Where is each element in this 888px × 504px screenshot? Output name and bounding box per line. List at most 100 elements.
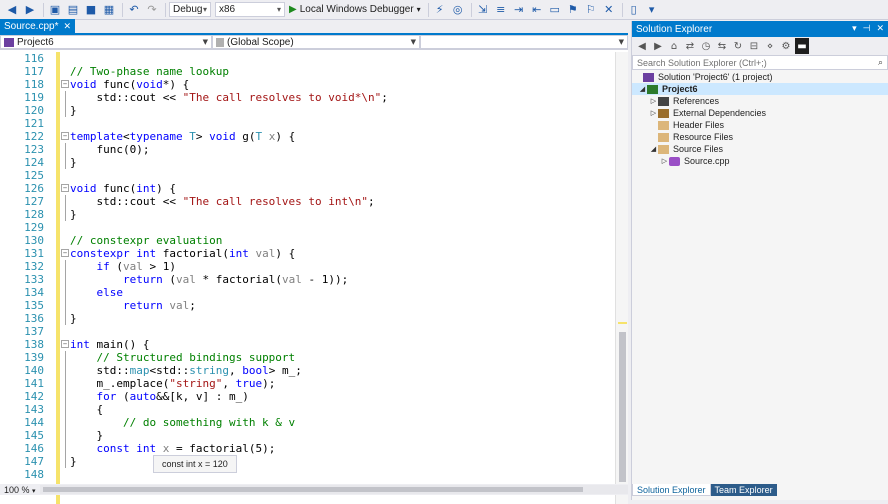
code-line[interactable]: 139 // Structured bindings support — [0, 351, 615, 364]
code-line[interactable]: 122 − template<typename T> void g(T x) { — [0, 130, 615, 143]
configuration-select[interactable]: Debug ▾ — [169, 2, 211, 17]
step-icon[interactable]: ⇲ — [475, 2, 491, 18]
tree-item-header-files[interactable]: Header Files — [632, 119, 888, 131]
code-line[interactable]: 147} — [0, 455, 615, 468]
code-line[interactable]: 146 const int x = factorial(5); — [0, 442, 615, 455]
customize-icon[interactable]: ▾ — [644, 2, 660, 18]
code-line[interactable]: 121 — [0, 117, 615, 130]
back-icon[interactable]: ◀ — [4, 2, 20, 18]
collapse-icon[interactable]: − — [61, 132, 69, 140]
save-icon[interactable]: ■ — [83, 2, 99, 18]
code-line[interactable]: 124} — [0, 156, 615, 169]
code-line[interactable]: 128} — [0, 208, 615, 221]
code-line[interactable]: 126 − void func(int) { — [0, 182, 615, 195]
code-line[interactable]: 117 // Two-phase name lookup — [0, 65, 615, 78]
scrollbar-thumb[interactable] — [619, 332, 626, 482]
indent-icon[interactable]: ⇥ — [511, 2, 527, 18]
back-icon[interactable]: ◀ — [635, 38, 649, 54]
code-line[interactable]: 120} — [0, 104, 615, 117]
collapsed-icon[interactable]: ▷ — [649, 107, 658, 119]
tree-item-external-dependencies[interactable]: ▷ External Dependencies — [632, 107, 888, 119]
sync-icon[interactable]: ⇄ — [683, 38, 697, 54]
refresh-icon[interactable]: ↻ — [731, 38, 745, 54]
next-bookmark-icon[interactable]: ⚐ — [583, 2, 599, 18]
tree-item-references[interactable]: ▷ References — [632, 95, 888, 107]
code-line[interactable]: 143 { — [0, 403, 615, 416]
tab-solution-explorer[interactable]: Solution Explorer — [632, 484, 711, 496]
tree-item-resource-files[interactable]: Resource Files — [632, 131, 888, 143]
scrollbar-thumb[interactable] — [43, 487, 583, 492]
code-line[interactable]: 130 // constexpr evaluation — [0, 234, 615, 247]
code-line[interactable]: 144 // do something with k & v — [0, 416, 615, 429]
expanded-icon[interactable]: ◢ — [649, 143, 658, 155]
horizontal-scrollbar[interactable] — [40, 485, 628, 494]
dropdown-icon[interactable]: ▾ — [852, 24, 857, 34]
comment-icon[interactable]: ▭ — [547, 2, 563, 18]
properties-icon[interactable]: ⚙ — [779, 38, 793, 54]
clear-bookmarks-icon[interactable]: ✕ — [601, 2, 617, 18]
code-line[interactable]: 119 std::cout << "The call resolves to v… — [0, 91, 615, 104]
code-line[interactable]: 127 std::cout << "The call resolves to i… — [0, 195, 615, 208]
undo-icon[interactable]: ↶ — [126, 2, 142, 18]
code-line[interactable]: 145 } — [0, 429, 615, 442]
forward-icon[interactable]: ▶ — [651, 38, 665, 54]
tab-team-explorer[interactable]: Team Explorer — [710, 484, 777, 496]
collapsed-icon[interactable]: ▷ — [649, 95, 658, 107]
code-view[interactable]: 116 117// Two-phase name lookup 118− void f… — [0, 52, 628, 504]
collapse-icon[interactable]: − — [61, 184, 69, 192]
code-line[interactable]: 136} — [0, 312, 615, 325]
preview-icon[interactable]: ▬ — [795, 38, 809, 54]
redo-icon[interactable]: ↷ — [144, 2, 160, 18]
vertical-scrollbar[interactable]: ✚ — [615, 52, 628, 504]
code-line[interactable]: 138 − int main() { — [0, 338, 615, 351]
code-line[interactable]: 135 return val; — [0, 299, 615, 312]
tree-item-solution[interactable]: Solution 'Project6' (1 project) — [632, 71, 888, 83]
expanded-icon[interactable]: ◢ — [638, 83, 647, 95]
code-line[interactable]: 137 — [0, 325, 615, 338]
project-scope-select[interactable]: Project6 ▼ — [0, 35, 212, 49]
code-line[interactable]: 125 — [0, 169, 615, 182]
new-project-icon[interactable]: ▣ — [47, 2, 63, 18]
platform-select[interactable]: x86 ▾ — [215, 2, 285, 17]
collapse-icon[interactable]: − — [61, 249, 69, 257]
code-line[interactable]: 134 else — [0, 286, 615, 299]
global-scope-select[interactable]: (Global Scope) ▼ — [212, 35, 420, 49]
close-icon[interactable]: ✕ — [876, 24, 884, 34]
code-line[interactable]: 123 func(0); — [0, 143, 615, 156]
forward-icon[interactable]: ▶ — [22, 2, 38, 18]
code-line[interactable]: 133 return (val * factorial(val - 1)); — [0, 273, 615, 286]
code-line[interactable]: 142 for (auto&&[k, v] : m_) — [0, 390, 615, 403]
tree-item-project[interactable]: ◢ Project6 — [632, 83, 888, 95]
split-icon[interactable]: ✚ — [618, 52, 626, 53]
bookmark-icon[interactable]: ⚑ — [565, 2, 581, 18]
tree-item-source-cpp[interactable]: ▷ Source.cpp — [632, 155, 888, 167]
hot-reload-icon[interactable]: ⚡ — [432, 2, 448, 18]
member-select[interactable]: ▼ — [420, 35, 628, 49]
tree-item-source-files[interactable]: ◢ Source Files — [632, 143, 888, 155]
document-icon[interactable]: ▯ — [626, 2, 642, 18]
collapse-all-icon[interactable]: ⊟ — [747, 38, 761, 54]
tab-source-cpp[interactable]: Source.cpp* ✕ — [0, 19, 76, 33]
view-code-icon[interactable]: ⋄ — [763, 38, 777, 54]
code-line[interactable]: 116 — [0, 52, 615, 65]
breakpoint-icon[interactable]: ◎ — [450, 2, 466, 18]
solution-search-input[interactable]: Search Solution Explorer (Ctrl+;) ⌕ — [632, 55, 888, 70]
history-icon[interactable]: ◷ — [699, 38, 713, 54]
code-line[interactable]: 118 − void func(void*) { — [0, 78, 615, 91]
save-all-icon[interactable]: ▦ — [101, 2, 117, 18]
pending-changes-icon[interactable]: ⇆ — [715, 38, 729, 54]
zoom-level[interactable]: 100 % ▾ — [0, 485, 40, 495]
pin-icon[interactable]: ⊣ — [863, 24, 871, 34]
open-file-icon[interactable]: ▤ — [65, 2, 81, 18]
code-line[interactable]: 148 — [0, 468, 615, 481]
collapse-icon[interactable]: − — [61, 340, 69, 348]
code-line[interactable]: 140 std::map<std::string, bool> m_; — [0, 364, 615, 377]
close-icon[interactable]: ✕ — [63, 21, 71, 32]
format-icon[interactable]: ≡ — [493, 2, 509, 18]
code-line[interactable]: 131 − constexpr int factorial(int val) { — [0, 247, 615, 260]
code-line[interactable]: 129 — [0, 221, 615, 234]
outdent-icon[interactable]: ⇤ — [529, 2, 545, 18]
code-line[interactable]: 141 m_.emplace("string", true); — [0, 377, 615, 390]
collapsed-icon[interactable]: ▷ — [660, 155, 669, 167]
start-debugging-button[interactable]: ▶ Local Windows Debugger ▾ — [289, 4, 421, 15]
